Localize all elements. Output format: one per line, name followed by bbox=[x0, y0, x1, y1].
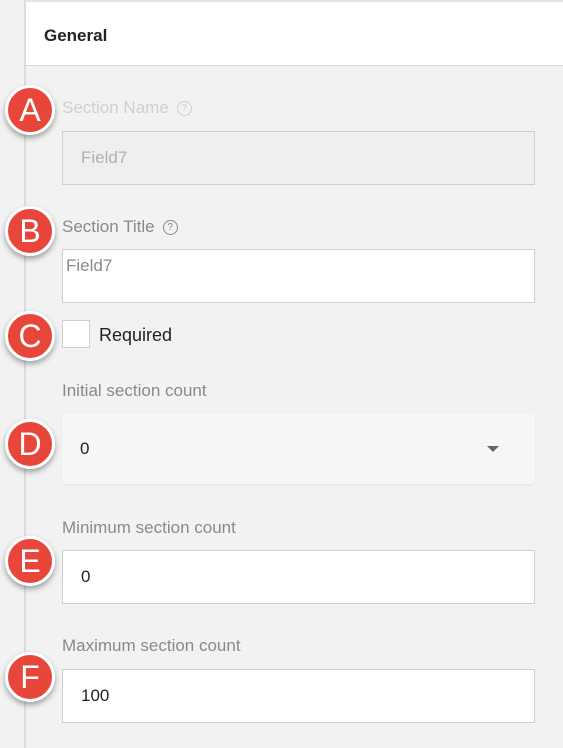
minimum-count-input[interactable]: 0 bbox=[62, 550, 535, 604]
section-title-input[interactable]: Field7 bbox=[62, 249, 535, 303]
required-label: Required bbox=[99, 325, 173, 345]
chevron-down-icon[interactable] bbox=[487, 446, 499, 452]
callout-marker-e: E bbox=[5, 536, 55, 586]
section-name-value: Field7 bbox=[81, 148, 128, 167]
minimum-count-label: Minimum section count bbox=[62, 518, 236, 537]
minimum-count-value: 0 bbox=[81, 567, 91, 586]
section-title-label-text: Section Title bbox=[62, 217, 155, 236]
maximum-count-label: Maximum section count bbox=[62, 636, 241, 655]
section-title-label: Section Title? bbox=[62, 217, 178, 237]
section-name-label-text: Section Name bbox=[62, 98, 169, 117]
section-name-input: Field7 bbox=[62, 131, 535, 185]
initial-count-select[interactable]: 0 bbox=[62, 414, 535, 484]
section-title-value: Field7 bbox=[66, 256, 113, 275]
callout-marker-d: D bbox=[5, 419, 55, 469]
initial-count-label: Initial section count bbox=[62, 381, 207, 400]
required-checkbox[interactable] bbox=[62, 320, 90, 348]
section-header-title: General bbox=[44, 26, 108, 45]
callout-marker-f: F bbox=[5, 652, 55, 702]
callout-marker-b: B bbox=[5, 206, 55, 256]
question-circle-icon[interactable]: ? bbox=[162, 220, 178, 235]
maximum-count-value: 100 bbox=[81, 686, 110, 705]
callout-marker-a: A bbox=[5, 85, 55, 135]
general-section-header[interactable]: General bbox=[26, 0, 563, 66]
callout-marker-c: C bbox=[5, 311, 55, 361]
question-circle-icon[interactable]: ? bbox=[176, 101, 192, 116]
maximum-count-input[interactable]: 100 bbox=[62, 669, 535, 723]
section-name-label: Section Name? bbox=[62, 98, 192, 118]
initial-count-value: 0 bbox=[80, 439, 90, 458]
